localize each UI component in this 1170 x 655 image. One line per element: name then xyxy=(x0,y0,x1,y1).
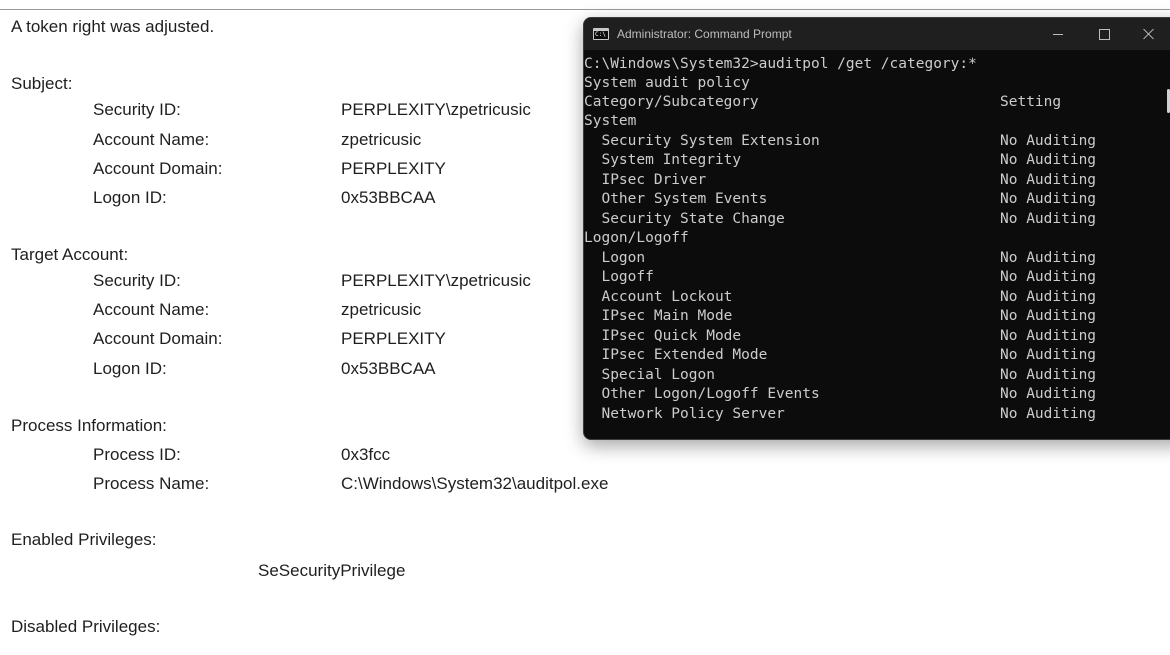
subject-security-id-value: PERPLEXITY\zpetricusic xyxy=(341,100,531,119)
console-line: Logon/Logoff xyxy=(584,230,689,246)
process-name-label: Process Name: xyxy=(93,474,210,493)
target-account-domain-value: PERPLEXITY xyxy=(341,329,446,348)
console-line: Security System Extension No Auditing xyxy=(584,133,1097,149)
subject-account-domain-label: Account Domain: xyxy=(93,159,223,178)
console-line: Other Logon/Logoff Events No Auditing xyxy=(584,386,1097,402)
process-name-value: C:\Windows\System32\auditpol.exe xyxy=(341,474,609,493)
console-line: Other System Events No Auditing xyxy=(584,191,1097,207)
console-line: Security State Change No Auditing xyxy=(584,211,1097,227)
subject-account-domain-value: PERPLEXITY xyxy=(341,159,446,178)
console-line: Logoff No Auditing xyxy=(584,269,1097,285)
console-line: Network Policy Server No Auditing xyxy=(584,406,1097,422)
console-line: Special Logon No Auditing xyxy=(584,367,1097,383)
console-line: C:\Windows\System32>auditpol /get /categ… xyxy=(584,56,977,72)
close-icon xyxy=(1143,28,1155,40)
target-security-id-label: Security ID: xyxy=(93,271,181,290)
maximize-button[interactable] xyxy=(1081,18,1127,50)
enabled-privileges-heading: Enabled Privileges: xyxy=(11,530,157,549)
console-line: Category/Subcategory Setting xyxy=(584,94,1062,110)
console-line: Account Lockout No Auditing xyxy=(584,289,1097,305)
subject-logon-id-value: 0x53BBCAA xyxy=(341,188,436,207)
console-line: IPsec Main Mode No Auditing xyxy=(584,308,1097,324)
console-line: System audit policy xyxy=(584,75,750,91)
target-logon-id-value: 0x53BBCAA xyxy=(341,359,436,378)
process-information-heading: Process Information: xyxy=(11,416,167,435)
target-security-id-value: PERPLEXITY\zpetricusic xyxy=(341,271,531,290)
window-title: Administrator: Command Prompt xyxy=(617,27,792,41)
process-id-label: Process ID: xyxy=(93,445,181,464)
console-line: IPsec Quick Mode No Auditing xyxy=(584,328,1097,344)
target-account-name-value: zpetricusic xyxy=(341,300,422,319)
console-line: System xyxy=(584,113,637,129)
maximize-icon xyxy=(1099,29,1110,40)
title-bar[interactable]: C:\ Administrator: Command Prompt xyxy=(584,18,1170,50)
target-logon-id-label: Logon ID: xyxy=(93,359,167,378)
console-line: IPsec Extended Mode No Auditing xyxy=(584,347,1097,363)
enabled-privilege-value: SeSecurityPrivilege xyxy=(258,561,406,580)
subject-logon-id-label: Logon ID: xyxy=(93,188,167,207)
top-divider xyxy=(0,9,1170,10)
target-account-name-label: Account Name: xyxy=(93,300,210,319)
close-button[interactable] xyxy=(1127,18,1170,50)
subject-security-id-label: Security ID: xyxy=(93,100,181,119)
console-output[interactable]: C:\Windows\System32>auditpol /get /categ… xyxy=(584,50,1170,439)
minimize-icon xyxy=(1053,34,1063,35)
subject-heading: Subject: xyxy=(11,74,73,93)
target-account-domain-label: Account Domain: xyxy=(93,329,223,348)
subject-account-name-label: Account Name: xyxy=(93,130,210,149)
command-prompt-window[interactable]: C:\ Administrator: Command Prompt C:\Win… xyxy=(583,17,1170,440)
console-line: IPsec Driver No Auditing xyxy=(584,172,1097,188)
process-id-value: 0x3fcc xyxy=(341,445,391,464)
subject-account-name-value: zpetricusic xyxy=(341,130,422,149)
console-line: Logon No Auditing xyxy=(584,250,1097,266)
event-header: A token right was adjusted. xyxy=(11,17,215,36)
disabled-privileges-heading: Disabled Privileges: xyxy=(11,617,161,636)
minimize-button[interactable] xyxy=(1035,18,1081,50)
target-account-heading: Target Account: xyxy=(11,245,129,264)
cmd-app-icon: C:\ xyxy=(593,28,609,40)
console-line: System Integrity No Auditing xyxy=(584,152,1097,168)
